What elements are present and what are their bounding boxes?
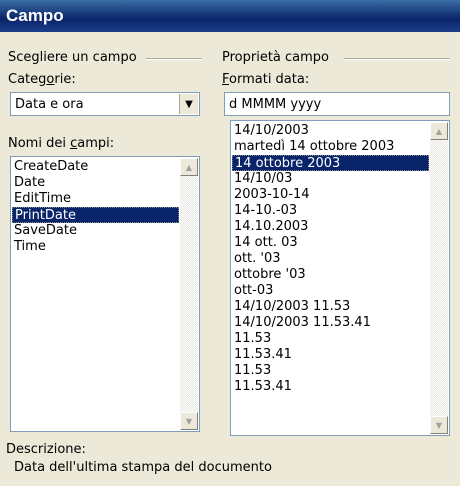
date-formats-list[interactable]: 14/10/2003 martedì 14 ottobre 2003 14 otto… bbox=[230, 120, 450, 436]
list-item[interactable]: 14 ott. 03 bbox=[232, 235, 429, 251]
list-item[interactable]: CreateDate bbox=[12, 159, 179, 175]
dropdown-arrow-icon[interactable]: ▼ bbox=[179, 94, 198, 114]
field-names-label: Nomi dei campi: bbox=[8, 136, 115, 151]
list-item[interactable]: 14-10.-03 bbox=[232, 203, 429, 219]
list-item[interactable]: ottobre '03 bbox=[232, 267, 429, 283]
list-item[interactable]: 14.10.2003 bbox=[232, 219, 429, 235]
list-item[interactable]: EditTime bbox=[12, 191, 179, 207]
list-item[interactable]: 11.53 bbox=[232, 363, 429, 379]
right-group-divider bbox=[344, 58, 450, 60]
list-item[interactable]: Time bbox=[12, 239, 179, 255]
list-item[interactable]: martedì 14 ottobre 2003 bbox=[232, 139, 429, 155]
field-names-items: CreateDate Date EditTime PrintDate SaveDate T… bbox=[12, 159, 179, 255]
list-item[interactable]: 11.53.41 bbox=[232, 379, 429, 395]
field-list-scrollbar[interactable]: ▲ ▼ bbox=[180, 158, 198, 430]
date-formats-items: 14/10/2003 martedì 14 ottobre 2003 14 otto… bbox=[232, 123, 429, 395]
field-names-list[interactable]: CreateDate Date EditTime PrintDate SaveDate T… bbox=[10, 156, 200, 432]
list-item[interactable]: 11.53 bbox=[232, 331, 429, 347]
scroll-down-icon[interactable]: ▼ bbox=[430, 416, 448, 434]
list-item[interactable]: SaveDate bbox=[12, 223, 179, 239]
description-text: Data dell'ultima stampa del documento bbox=[14, 460, 272, 475]
list-item[interactable]: 14/10/2003 bbox=[232, 123, 429, 139]
list-item[interactable]: 11.53.41 bbox=[232, 347, 429, 363]
category-label: Categorie: bbox=[8, 72, 76, 87]
scroll-up-icon[interactable]: ▲ bbox=[180, 158, 198, 176]
list-item[interactable]: 14/10/2003 11.53.41 bbox=[232, 315, 429, 331]
list-item[interactable]: Date bbox=[12, 175, 179, 191]
list-item[interactable]: ott. '03 bbox=[232, 251, 429, 267]
date-formats-label: Formati data: bbox=[222, 72, 310, 87]
window-title: Campo bbox=[6, 6, 64, 25]
left-group-divider bbox=[146, 58, 202, 60]
scroll-up-icon[interactable]: ▲ bbox=[430, 122, 448, 140]
list-item[interactable]: 2003-10-14 bbox=[232, 187, 429, 203]
field-dialog: Campo Scegliere un campo Categorie: Data… bbox=[0, 0, 460, 486]
formats-list-scrollbar[interactable]: ▲ ▼ bbox=[430, 122, 448, 434]
list-item[interactable]: 14/10/2003 11.53 bbox=[232, 299, 429, 315]
description-label: Descrizione: bbox=[6, 442, 86, 457]
list-item[interactable]: 14 ottobre 2003 bbox=[232, 155, 429, 171]
category-dropdown[interactable]: Data e ora ▼ bbox=[10, 92, 200, 116]
date-format-input[interactable]: d MMMM yyyy bbox=[224, 92, 450, 116]
title-bar[interactable]: Campo bbox=[0, 0, 460, 32]
choose-field-header: Scegliere un campo bbox=[8, 50, 137, 65]
list-item[interactable]: PrintDate bbox=[12, 207, 179, 223]
list-item[interactable]: ott-03 bbox=[232, 283, 429, 299]
category-value: Data e ora bbox=[15, 97, 84, 112]
list-item[interactable]: 14/10/03 bbox=[232, 171, 429, 187]
scroll-down-icon[interactable]: ▼ bbox=[180, 412, 198, 430]
field-properties-header: Proprietà campo bbox=[222, 50, 330, 65]
